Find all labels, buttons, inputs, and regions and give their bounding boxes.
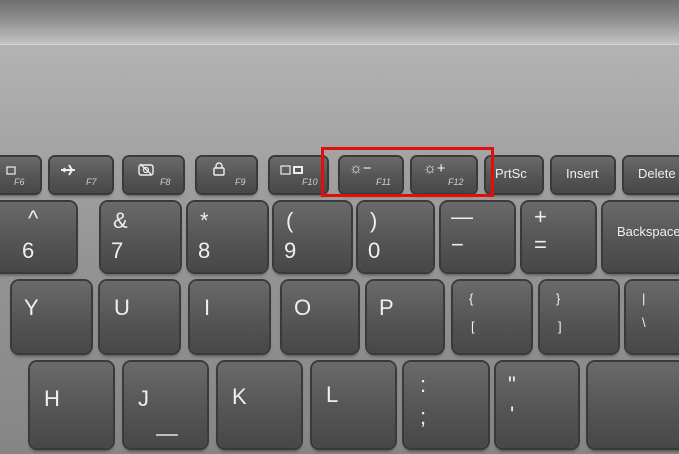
key-quote-label: '	[510, 402, 515, 427]
dual-display-icon	[280, 163, 304, 181]
key-backslash[interactable]: | \	[626, 281, 679, 353]
key-minus-shift: —	[451, 204, 473, 229]
f11-key[interactable]: ☼− F11	[340, 157, 402, 193]
f8-label: F8	[160, 177, 171, 187]
key-backslash-label: \	[642, 315, 646, 330]
key-8[interactable]: * 8	[188, 202, 267, 272]
f10-key[interactable]: F10	[270, 157, 327, 193]
key-y-label: Y	[24, 295, 39, 320]
key-9[interactable]: ( 9	[274, 202, 351, 272]
key-9-shift: (	[286, 208, 294, 233]
key-quote-shift: "	[508, 372, 516, 397]
f9-label: F9	[235, 177, 246, 187]
key-minus-label: −	[451, 232, 464, 257]
brightness-up-icon: ☼+	[423, 160, 446, 177]
f12-label: F12	[448, 177, 464, 187]
key-h-label: H	[44, 386, 60, 411]
key-minus[interactable]: — −	[441, 202, 514, 272]
key-7-label: 7	[111, 238, 124, 263]
backspace-label: Backspace	[617, 224, 679, 239]
key-k-label: K	[232, 384, 247, 409]
brightness-down-icon: ☼−	[349, 160, 372, 177]
delete-key[interactable]: Delete	[624, 157, 679, 193]
f6-key[interactable]: F6	[0, 157, 40, 193]
key-j[interactable]: J	[124, 362, 207, 448]
key-equals[interactable]: + =	[522, 202, 595, 272]
insert-key[interactable]: Insert	[552, 157, 614, 193]
delete-label: Delete	[638, 166, 676, 181]
key-p[interactable]: P	[367, 281, 443, 353]
key-i[interactable]: I	[190, 281, 269, 353]
key-l[interactable]: L	[312, 362, 395, 448]
key-close-bracket-shift: }	[556, 291, 561, 306]
key-j-label: J	[138, 386, 149, 411]
key-semicolon-shift: :	[420, 372, 427, 397]
backspace-key[interactable]: Backspace	[603, 202, 679, 272]
key-h[interactable]: H	[30, 362, 113, 448]
key-backslash-shift: |	[642, 291, 646, 306]
enter-key[interactable]	[588, 362, 679, 448]
key-8-shift: *	[200, 208, 209, 233]
key-y[interactable]: Y	[12, 281, 91, 353]
key-0-label: 0	[368, 238, 381, 263]
key-6-shift: ^	[28, 206, 39, 231]
f6-label: F6	[14, 177, 25, 187]
key-9-label: 9	[284, 238, 297, 263]
key-8-label: 8	[198, 238, 211, 263]
key-u[interactable]: U	[100, 281, 179, 353]
key-7[interactable]: & 7	[101, 202, 180, 272]
f7-key[interactable]: F7	[50, 157, 112, 193]
key-o-label: O	[294, 295, 312, 320]
key-i-label: I	[204, 295, 211, 320]
key-6-label: 6	[22, 238, 35, 263]
key-7-shift: &	[113, 208, 128, 233]
key-0-shift: )	[370, 208, 378, 233]
key-equals-shift: +	[534, 204, 547, 229]
airplane-icon	[60, 162, 76, 183]
f7-label: F7	[86, 177, 97, 187]
key-open-bracket-label: [	[471, 319, 475, 334]
hinge	[0, 0, 679, 45]
prtsc-label: PrtSc	[495, 166, 527, 181]
f10-label: F10	[302, 177, 318, 187]
laptop-keyboard: F6 F7 F8 F9 F10 ☼− F11 ☼+ F12 PrtSc Inse…	[0, 0, 679, 454]
prtsc-key[interactable]: PrtSc	[486, 157, 542, 193]
key-u-label: U	[114, 295, 130, 320]
key-semicolon-label: ;	[420, 404, 427, 429]
insert-label: Insert	[566, 166, 599, 181]
key-open-bracket[interactable]: { [	[453, 281, 531, 353]
f8-key[interactable]: F8	[124, 157, 183, 193]
camera-off-icon	[138, 163, 154, 181]
key-equals-label: =	[534, 232, 547, 257]
home-row-bump	[156, 434, 178, 436]
key-p-label: P	[379, 295, 394, 320]
key-6[interactable]: ^ 6	[0, 202, 76, 272]
f11-label: F11	[376, 177, 391, 187]
key-close-bracket[interactable]: } ]	[540, 281, 618, 353]
key-o[interactable]: O	[282, 281, 358, 353]
key-quote[interactable]: " '	[496, 362, 578, 448]
key-0[interactable]: ) 0	[358, 202, 433, 272]
key-l-label: L	[326, 382, 339, 407]
key-close-bracket-label: ]	[558, 319, 562, 334]
f12-key[interactable]: ☼+ F12	[412, 157, 476, 193]
lock-icon	[213, 162, 225, 181]
key-k[interactable]: K	[218, 362, 301, 448]
key-semicolon[interactable]: : ;	[404, 362, 488, 448]
f9-key[interactable]: F9	[197, 157, 256, 193]
key-open-bracket-shift: {	[469, 291, 474, 306]
